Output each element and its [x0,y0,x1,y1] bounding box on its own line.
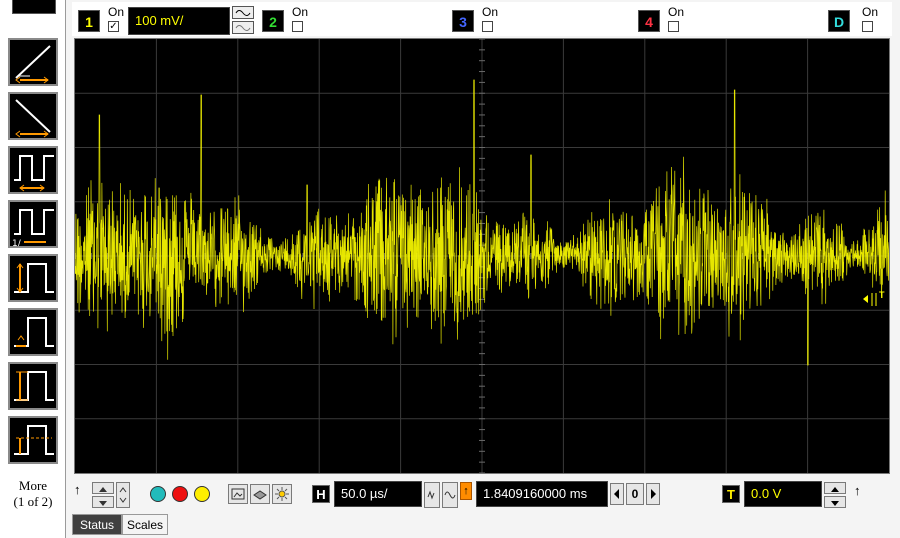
fine-adjust-icon[interactable] [424,482,440,508]
dc-coupling-icon[interactable] [232,21,254,34]
digital-channel-button[interactable]: D [828,10,850,32]
scroll-down-button[interactable] [92,496,114,508]
amplitude-measure-button[interactable] [8,362,58,410]
ac-coupling-icon[interactable] [232,6,254,19]
channel-1-button[interactable]: 1 [78,10,100,32]
more-page-label: (1 of 2) [13,494,53,509]
frequency-icon: 1/ [12,209,54,246]
yellow-marker-button[interactable] [194,486,210,502]
period-measure-button[interactable] [8,146,58,194]
digital-on-label: On [862,5,879,19]
channel-3-on-checkbox[interactable] [482,21,493,32]
trigger-down-button[interactable] [824,496,846,508]
trigger-up-button[interactable] [824,482,846,494]
waveform-display[interactable] [74,38,890,474]
bottom-tabs: Status Scales [72,514,192,536]
channel-4-label: 4 [645,14,653,30]
fall-time-icon [15,99,51,138]
more-button[interactable]: More (1 of 2) [4,478,62,510]
trigger-button[interactable]: T [722,485,740,503]
channel-2-on-label: On [292,5,309,19]
positive-width-icon [14,263,54,293]
fall-time-measure-button[interactable] [8,92,58,140]
tab-status[interactable]: Status [72,514,122,535]
more-label: More [18,478,48,493]
palette-scroll-stub[interactable] [12,0,56,14]
tab-scales[interactable]: Scales [122,514,168,535]
trigger-arrow-icon[interactable]: ↑ [854,483,861,498]
trigger-level-marker[interactable]: T [862,290,888,308]
positive-width-measure-button[interactable] [8,254,58,302]
screenshot-icon[interactable] [228,484,248,504]
period-icon [14,155,54,192]
channel-1-on-checkbox[interactable]: ✓ [108,21,119,32]
channel-4-button[interactable]: 4 [638,10,660,32]
frequency-measure-button[interactable]: 1/ [8,200,58,248]
svg-text:1/: 1/ [12,239,22,246]
channel-1-label: 1 [85,14,93,30]
channel-2-button[interactable]: 2 [262,10,284,32]
sine-icon[interactable] [442,482,458,508]
amplitude-icon [14,371,54,401]
cyan-marker-button[interactable] [150,486,166,502]
print-icon[interactable] [250,484,270,504]
digital-on-checkbox[interactable] [862,21,873,32]
trigger-marker-label: T [879,290,885,300]
channel-3-label: 3 [459,14,467,30]
rise-time-icon [15,45,51,84]
waveform-graticule [74,38,890,474]
red-marker-button[interactable] [172,486,188,502]
top-level-icon [14,425,54,455]
negative-width-icon [14,317,54,347]
channel-3-on-label: On [482,5,499,19]
trigger-position-icon[interactable]: ↑ [460,482,472,500]
top-level-measure-button[interactable] [8,416,58,464]
position-step-value[interactable]: 0 [626,483,644,505]
trigger-level-field[interactable]: 0.0 V [744,481,822,507]
channel-3-button[interactable]: 3 [452,10,474,32]
control-bar: ↑ H 50.0 µs/ ↑ 1.8409160000 ms 0 T 0.0 V… [66,478,900,512]
channel-1-on-label: On [108,5,125,19]
position-left-button[interactable] [610,483,624,505]
horizontal-position-field[interactable]: 1.8409160000 ms [476,481,608,507]
scroll-up-button[interactable] [92,482,114,494]
digital-channel-label: D [833,14,845,30]
channel-2-label: 2 [269,14,277,30]
horizontal-button[interactable]: H [312,485,330,503]
channel-2-on-checkbox[interactable] [292,21,303,32]
negative-width-measure-button[interactable] [8,308,58,356]
channel-4-on-checkbox[interactable] [668,21,679,32]
horizontal-scale-field[interactable]: 50.0 µs/ [334,481,422,507]
cursor-arrow-icon[interactable]: ↑ [74,482,81,497]
scroll-chevron-button[interactable] [116,482,130,508]
vertical-scale-field[interactable]: 100 mV/ [128,7,230,35]
rise-time-measure-button[interactable] [8,38,58,86]
brightness-icon[interactable] [272,484,292,504]
position-right-button[interactable] [646,483,660,505]
channel-bar: 1 On ✓ 100 mV/ 2 On 3 On 4 On D On [72,2,892,36]
channel-4-on-label: On [668,5,685,19]
